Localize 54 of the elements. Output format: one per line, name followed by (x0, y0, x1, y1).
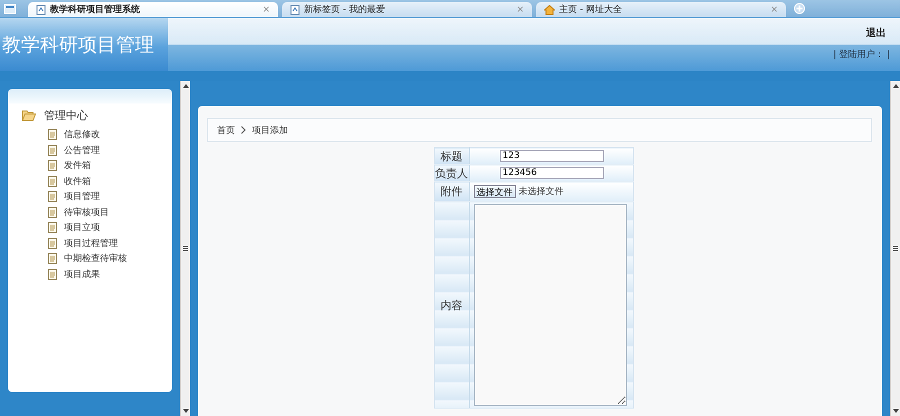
breadcrumb-item: 项目添加 (252, 124, 288, 136)
tree-root[interactable]: 管理中心 (8, 103, 172, 127)
file-status: 未选择文件 (518, 186, 564, 198)
scroll-up-icon[interactable] (182, 84, 188, 88)
grip-icon[interactable] (183, 246, 188, 251)
sidebar-item[interactable]: 项目立项 (64, 221, 100, 234)
logout-link[interactable]: 退出 (866, 26, 886, 40)
breadcrumb-item[interactable]: 首页 (217, 124, 235, 136)
sidebar-item[interactable]: 项目成果 (64, 268, 100, 281)
browser-tab[interactable]: 主页 - 网址大全 × (536, 2, 786, 17)
browser-tab[interactable]: 教学科研项目管理系统 × (28, 2, 278, 17)
chevron-right-icon (241, 126, 246, 134)
sidebar-item[interactable]: 收件箱 (64, 174, 91, 188)
scroll-up-icon[interactable] (892, 84, 898, 88)
browser-tab[interactable]: 新标签页 - 我的最爱 × (282, 2, 532, 17)
input-field[interactable]: 123 (500, 150, 604, 162)
site-title: 教学科研项目管理 (0, 18, 168, 71)
sidebar-item[interactable]: 项目管理 (64, 190, 100, 204)
sidebar-item[interactable]: 公告管理 (64, 144, 100, 157)
field-label: 内容 (440, 298, 462, 312)
sidebar-item[interactable]: 项目过程管理 (64, 236, 118, 250)
sidebar-item[interactable]: 中期检查待审核 (64, 252, 127, 266)
document-icon (48, 253, 57, 264)
field-label: 标题 (440, 150, 462, 162)
document-icon (48, 206, 57, 218)
page-icon (36, 4, 46, 14)
scrollbar[interactable] (180, 81, 190, 416)
page-icon (290, 4, 300, 14)
window-icon[interactable] (4, 4, 16, 14)
field-label: 负责人 (435, 166, 468, 180)
house-icon (544, 4, 555, 14)
sidebar-item[interactable]: 待审核项目 (64, 206, 109, 219)
sidebar-item[interactable]: 发件箱 (64, 159, 91, 172)
scroll-down-icon[interactable] (182, 409, 188, 413)
choose-file-button[interactable]: 选择文件 (474, 185, 516, 198)
document-icon (48, 191, 57, 202)
document-icon (48, 129, 57, 140)
input-field[interactable]: 123456 (500, 167, 604, 179)
sidebar-item[interactable]: 信息修改 (64, 128, 100, 142)
document-icon (48, 160, 57, 172)
document-icon (48, 238, 57, 249)
document-icon (48, 222, 57, 234)
document-icon (48, 144, 57, 156)
scroll-down-icon[interactable] (892, 409, 898, 413)
tab-title: 主页 - 网址大全 (559, 4, 623, 16)
scrollbar[interactable] (890, 81, 900, 416)
folder-icon (22, 110, 36, 121)
field-label: 附件 (440, 185, 462, 198)
logged-in-user-label: | 登陆用户： | (833, 48, 890, 61)
tab-title: 新标签页 - 我的最爱 (304, 4, 386, 16)
tab-title: 教学科研项目管理系统 (50, 3, 141, 16)
grip-icon[interactable] (893, 246, 898, 251)
document-icon (48, 268, 57, 280)
document-icon (48, 176, 57, 187)
